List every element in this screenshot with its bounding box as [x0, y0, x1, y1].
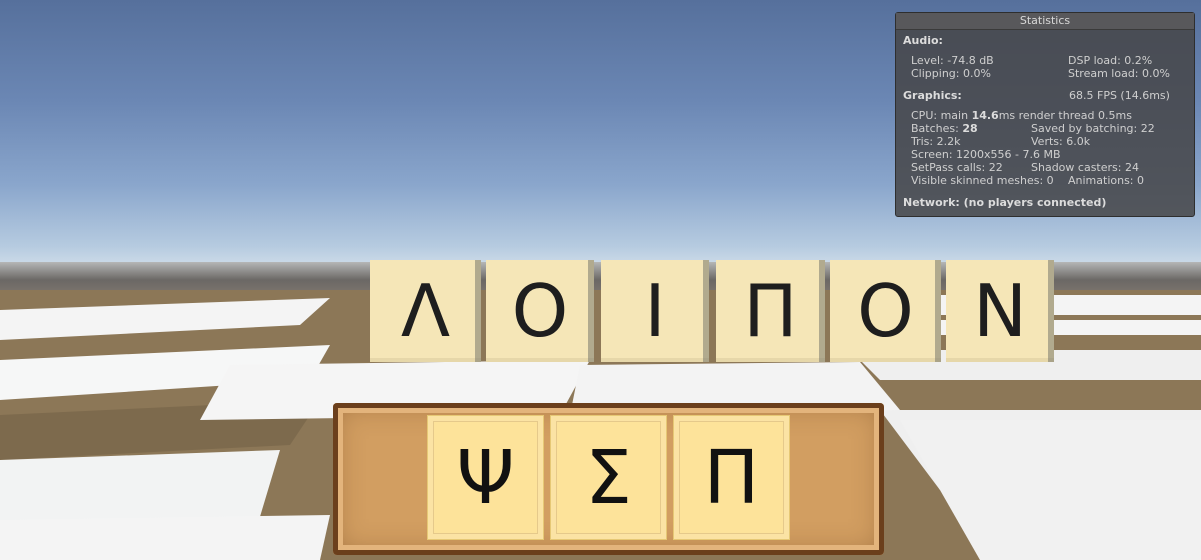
- audio-level: Level: -74.8 dB: [911, 54, 994, 67]
- saved-by-batching: Saved by batching: 22: [1031, 122, 1155, 135]
- word-tile[interactable]: Ο: [486, 260, 594, 362]
- tris: Tris: 2.2k: [911, 135, 961, 148]
- visible-skinned-meshes: Visible skinned meshes: 0: [911, 174, 1054, 187]
- rack-tile-letter: Π: [703, 434, 760, 521]
- rack-tile[interactable]: Ψ: [427, 415, 544, 540]
- tile-letter: Λ: [400, 269, 451, 353]
- network-status: Network: (no players connected): [903, 196, 1107, 209]
- tile-letter: Ο: [511, 269, 569, 353]
- letter-rack: Ψ Σ Π: [333, 403, 884, 555]
- cpu-stats: CPU: main 14.6ms render thread 0.5ms: [911, 109, 1132, 122]
- dsp-load: DSP load: 0.2%: [1068, 54, 1153, 67]
- word-tile[interactable]: Ι: [601, 260, 709, 362]
- setpass-calls: SetPass calls: 22: [911, 161, 1003, 174]
- statistics-panel: Statistics Audio: Level: -74.8 dB DSP lo…: [895, 12, 1195, 217]
- shadow-casters: Shadow casters: 24: [1031, 161, 1139, 174]
- screen: Screen: 1200x556 - 7.6 MB: [911, 148, 1061, 161]
- tile-letter: Ν: [973, 269, 1027, 353]
- verts: Verts: 6.0k: [1031, 135, 1091, 148]
- tile-letter: Ι: [644, 269, 666, 353]
- word-tile[interactable]: Λ: [370, 260, 481, 362]
- game-viewport: Λ Ο Ι Π Ο Ν Ψ Σ Π Statistics Audio: Leve…: [0, 0, 1201, 560]
- cpu-prefix: CPU: main: [911, 109, 972, 122]
- word-tile[interactable]: Ν: [946, 260, 1054, 362]
- audio-heading: Audio:: [903, 34, 943, 47]
- graphics-heading: Graphics:: [903, 89, 962, 102]
- word-tile[interactable]: Ο: [830, 260, 941, 362]
- tile-letter: Ο: [857, 269, 914, 353]
- batches-prefix: Batches:: [911, 122, 963, 135]
- stream-load: Stream load: 0.0%: [1068, 67, 1170, 80]
- rack-tile-letter: Σ: [585, 434, 632, 521]
- rack-tile[interactable]: Σ: [550, 415, 667, 540]
- rack-tile-letter: Ψ: [456, 434, 515, 521]
- cpu-suffix: ms render thread 0.5ms: [998, 109, 1132, 122]
- statistics-title: Statistics: [896, 13, 1194, 30]
- tile-letter: Π: [743, 269, 798, 353]
- word-tile[interactable]: Π: [716, 260, 825, 362]
- clipping: Clipping: 0.0%: [911, 67, 991, 80]
- batches: Batches: 28: [911, 122, 978, 135]
- animations: Animations: 0: [1068, 174, 1145, 187]
- fps: 68.5 FPS (14.6ms): [1069, 89, 1170, 102]
- rack-tile[interactable]: Π: [673, 415, 790, 540]
- cpu-main: 14.6: [971, 109, 999, 122]
- batches-value: 28: [962, 122, 978, 135]
